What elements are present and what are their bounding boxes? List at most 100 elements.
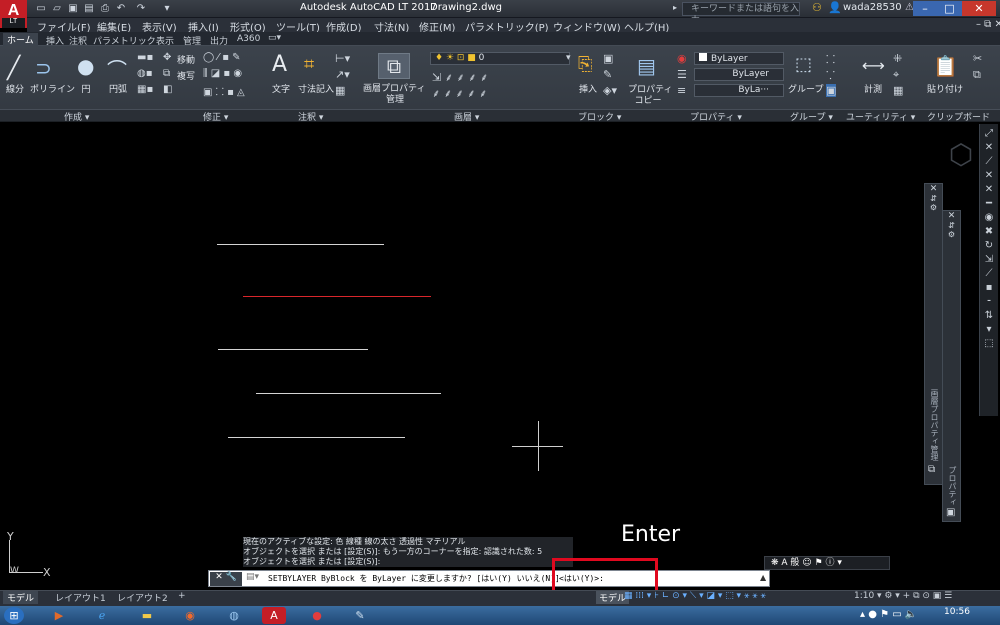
hatch-icon[interactable]: ◍▪ <box>137 68 153 79</box>
command-recent-icon[interactable]: ▤▾ <box>246 572 259 582</box>
group-edit-icon[interactable]: ⸪ <box>826 68 835 83</box>
copy-button[interactable]: 複写 <box>177 69 195 82</box>
paste-icon[interactable]: 📋 <box>933 54 958 78</box>
lineweight-dropdown[interactable]: ByLa··· <box>694 84 784 97</box>
binoculars-icon[interactable]: ⚇ <box>812 1 822 14</box>
group-icon[interactable]: ⬚ <box>795 54 812 75</box>
mirror-icon[interactable]: ⫼ ◪ ▪ ◉ <box>203 68 242 79</box>
insert-button[interactable]: 挿入 <box>578 82 598 95</box>
layer-properties-button-2[interactable]: 管理 <box>380 92 410 105</box>
explorer-icon[interactable]: ▬ <box>135 607 159 624</box>
lineweight-icon[interactable]: ≡ <box>677 84 686 97</box>
polyline-button[interactable]: ポリライン <box>30 82 75 95</box>
layer-properties-icon[interactable]: ⧉ <box>378 53 410 79</box>
linetype-icon[interactable]: ☰ <box>677 68 687 81</box>
username[interactable]: wada28530 <box>843 2 902 13</box>
ungroup-icon[interactable]: ⸬ <box>826 52 835 67</box>
copy-icon[interactable]: ⧉ <box>163 68 170 79</box>
tab-more-icon[interactable]: ▭▾ <box>268 33 281 43</box>
layer-dropdown-arrow-icon[interactable]: ▾ <box>566 53 571 63</box>
drawing-line-red[interactable] <box>243 296 431 297</box>
text-icon[interactable]: A <box>272 52 287 77</box>
palette-settings-icon[interactable]: ⚙ <box>925 203 942 212</box>
move-button[interactable]: 移動 <box>177 53 195 66</box>
maximize-button[interactable]: □ <box>937 1 962 16</box>
copy-clip-icon[interactable]: ⧉ <box>973 68 981 82</box>
tray-icons[interactable]: ▴ ● ⚑ ▭ 🔈 <box>860 609 917 620</box>
palette2-autohide-icon[interactable]: ⇵ <box>943 221 960 230</box>
minimize-button[interactable]: – <box>913 1 937 16</box>
redo-icon[interactable]: ↷ <box>134 2 148 15</box>
match-properties-icon[interactable]: ▤ <box>637 54 656 78</box>
properties-palette[interactable]: ✕ ⇵ ⚙ プロパティ ▣ <box>942 210 961 522</box>
color-dropdown[interactable]: ByLayer <box>694 52 784 65</box>
dimension-icon[interactable]: ⌗ <box>304 54 314 75</box>
undo-icon[interactable]: ↶ <box>114 2 128 15</box>
autocad-taskbar-icon[interactable]: A <box>262 607 286 624</box>
layer-tools-row1-icon[interactable]: ⇲ ⸙ ⸙ ⸙ ⸙ <box>432 70 488 85</box>
tab-layout1[interactable]: レイアウト1 <box>55 591 106 604</box>
command-history-up-icon[interactable]: ▲ <box>760 573 766 582</box>
qat-dropdown-icon[interactable]: ▾ <box>160 2 174 15</box>
tab-add[interactable]: + <box>178 591 186 601</box>
save-as-icon[interactable]: ▤ <box>82 2 96 15</box>
open-folder-icon[interactable]: ▱ <box>50 2 64 15</box>
line-icon[interactable]: ╱ <box>7 56 20 81</box>
print-icon[interactable]: ⎙ <box>98 2 112 15</box>
cut-icon[interactable]: ✂ <box>973 52 982 65</box>
attribute-icon[interactable]: ◈▾ <box>603 84 617 97</box>
palette2-settings-icon[interactable]: ⚙ <box>943 230 960 239</box>
navigation-bar[interactable]: ⤢ ✕ ⟋ ✕ ✕ ━ ◉ ✖ ↻ ⇲ ⟋ ▪ ⁃ ⇅ ▾ ⬚ <box>979 124 998 416</box>
tab-model[interactable]: モデル <box>3 591 39 604</box>
line-button[interactable]: 線分 <box>3 82 27 95</box>
group-select-icon[interactable]: ▣ <box>826 84 837 97</box>
layer-properties-palette[interactable]: ✕ ⇵ ⚙ 画層プロパティ管理 ⧉ <box>924 183 943 485</box>
drawing-line-5[interactable] <box>228 437 405 438</box>
linetype-dropdown[interactable]: ByLayer <box>694 68 784 81</box>
palette-close-icon[interactable]: ✕ <box>925 184 942 194</box>
save-icon[interactable]: ▣ <box>66 2 80 15</box>
application-menu-button[interactable]: A LT <box>0 0 27 28</box>
user-icon[interactable]: 👤 <box>828 1 842 14</box>
start-button-icon[interactable]: ⊞ <box>4 607 24 624</box>
status-tools-icons[interactable]: ▦ ⁞⁞⁞ ▾ ⊦ ∟ ⊙ ▾ ⟍ ▾ ◪ ▾ ⬚ ▾ ⚹ ⚹ ⚹ <box>624 591 766 601</box>
color-wheel-icon[interactable]: ◉ <box>677 52 687 65</box>
drawing-line-4[interactable] <box>256 393 441 394</box>
group-button[interactable]: グループ <box>788 82 823 95</box>
media-player-icon[interactable]: ▶ <box>47 607 71 624</box>
create-block-icon[interactable]: ▣ <box>603 52 613 65</box>
rotate-icon[interactable]: ◯ ⁄ ▪ ✎ <box>203 52 241 63</box>
close-button[interactable]: ✕ <box>962 1 996 16</box>
match-properties-button-2[interactable]: コピー <box>633 93 663 106</box>
stretch-icon[interactable]: ◧ <box>163 84 172 95</box>
ie-icon[interactable]: ℯ <box>90 607 114 624</box>
menubar-window-controls[interactable]: – ⧉ ✕ <box>976 19 1000 30</box>
palette2-close-icon[interactable]: ✕ <box>943 211 960 221</box>
polyline-icon[interactable]: ⊃ <box>35 56 52 80</box>
layer-dropdown[interactable]: ♦ ☀ ⊡ ■ 0 <box>430 52 570 65</box>
search-expand-icon[interactable]: ▸ <box>673 3 677 12</box>
palette-autohide-icon[interactable]: ⇵ <box>925 194 942 203</box>
drawing-line-1[interactable] <box>217 244 384 245</box>
quick-calc-icon[interactable]: ⁜ <box>893 52 902 65</box>
point-icon[interactable]: ⌖ <box>893 68 899 82</box>
search-input[interactable]: キーワードまたは語句を入力 <box>682 2 800 26</box>
insert-block-icon[interactable]: ⎘ <box>578 54 592 75</box>
leader-arrow-icon[interactable]: ↗▾ <box>335 68 350 81</box>
circle-button[interactable]: 円 <box>78 82 94 95</box>
annotation-scale[interactable]: 1:10 <box>854 591 874 601</box>
tab-layout2[interactable]: レイアウト2 <box>117 591 168 604</box>
command-close-icon[interactable]: ✕ 🔧 <box>210 572 242 586</box>
measure-icon[interactable]: ⟷ <box>862 56 885 75</box>
region-icon[interactable]: ▦▪ <box>137 84 153 95</box>
paint-icon[interactable]: ✎ <box>348 607 372 624</box>
drawing-canvas[interactable] <box>0 122 1000 590</box>
status-right-icons[interactable]: ▾ ⚙ ▾ + ⧉ ⊙ ▣ ☰ <box>877 591 952 601</box>
text-button[interactable]: 文字 <box>270 82 292 95</box>
move-icon[interactable]: ✥ <box>163 52 171 63</box>
circle-icon[interactable]: ● <box>77 54 94 78</box>
drawing-line-3[interactable] <box>218 349 368 350</box>
ime-toolbar[interactable]: ❋ A 般 ☺ ⚑ ⓘ ▾ <box>764 556 890 570</box>
taskbar-clock[interactable]: 10:56 <box>944 607 970 617</box>
arc-icon[interactable]: ⌒ <box>107 54 127 83</box>
